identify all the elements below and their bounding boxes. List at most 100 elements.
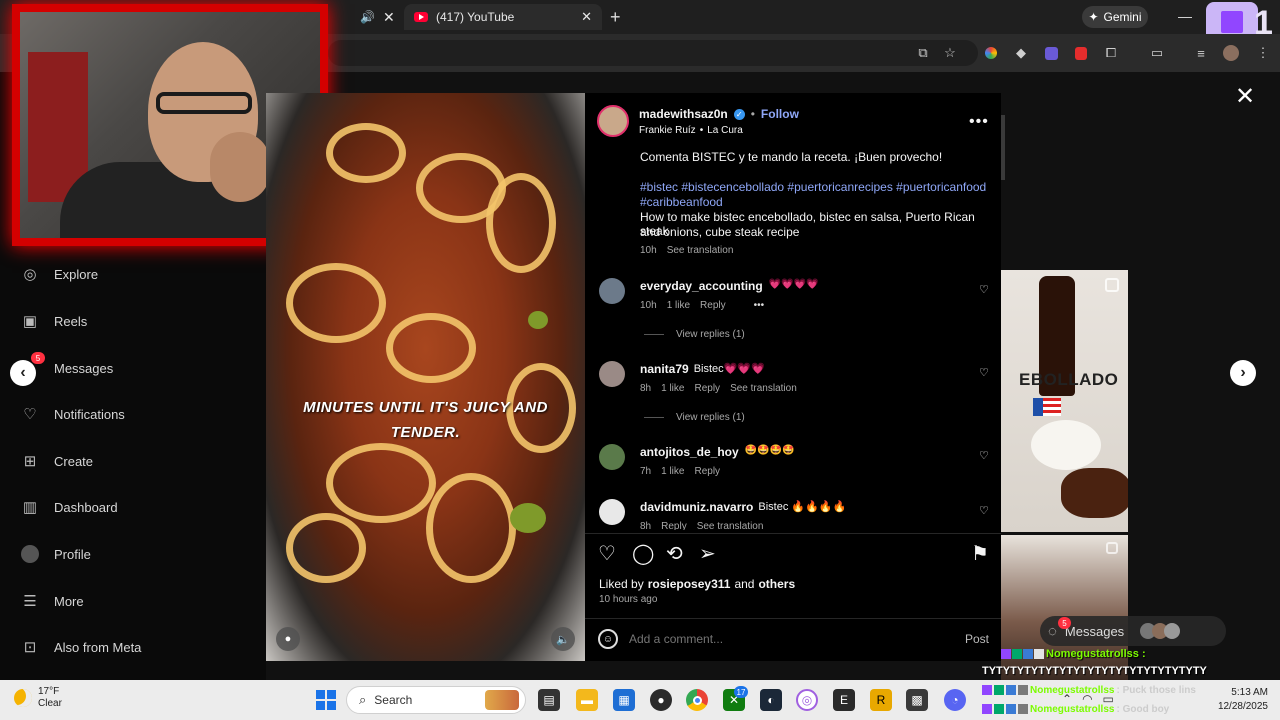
follow-button[interactable]: Follow bbox=[761, 107, 799, 121]
save-bookmark-icon[interactable]: ⚑ bbox=[971, 541, 989, 566]
battery-icon[interactable]: ▭ bbox=[1103, 692, 1114, 706]
liked-by-others[interactable]: others bbox=[758, 577, 795, 591]
windows-start-icon[interactable] bbox=[316, 690, 336, 710]
sidebar-item-explore[interactable]: ◎ Explore bbox=[20, 264, 98, 284]
chrome-menu-icon[interactable]: ⋮ bbox=[1254, 44, 1272, 62]
task-view-icon[interactable]: ▤ bbox=[538, 689, 560, 711]
tab-close-icon[interactable]: ✕ bbox=[581, 9, 592, 25]
sidebar-item-also-from-meta[interactable]: ⊡ Also from Meta bbox=[20, 637, 142, 657]
comment-input[interactable] bbox=[629, 630, 949, 648]
beans-image bbox=[1061, 468, 1128, 518]
compass-icon: ◎ bbox=[23, 266, 37, 283]
minimize-button[interactable]: — bbox=[1178, 8, 1192, 24]
like-heart-icon[interactable]: ♡ bbox=[598, 541, 616, 566]
install-app-icon[interactable]: ⧉ bbox=[914, 44, 932, 62]
comment-avatar[interactable] bbox=[599, 278, 625, 304]
sidebar-item-more[interactable]: ☰ More bbox=[20, 591, 83, 611]
extensions-puzzle-icon[interactable]: ⧠ bbox=[1102, 44, 1120, 62]
extension-shield-icon[interactable] bbox=[1042, 44, 1060, 62]
reading-list-icon[interactable]: ≡ bbox=[1192, 44, 1210, 62]
comment-like-heart-icon[interactable]: ♡ bbox=[979, 366, 989, 379]
extension-color-icon[interactable] bbox=[982, 44, 1000, 62]
browser-tab-youtube[interactable]: (417) YouTube ✕ bbox=[404, 4, 602, 30]
file-explorer-icon[interactable]: ▬ bbox=[576, 689, 598, 711]
share-send-icon[interactable]: ➢ bbox=[699, 541, 716, 566]
author-avatar[interactable] bbox=[597, 105, 629, 137]
comment-avatar[interactable] bbox=[599, 499, 625, 525]
thumbnail-dish-label: EBOLLADO bbox=[1019, 370, 1119, 389]
obs-icon[interactable]: ● bbox=[650, 689, 672, 711]
right-feed-thumbnail[interactable]: EBOLLADO bbox=[1001, 270, 1128, 532]
previous-post-button[interactable]: ‹ bbox=[10, 360, 36, 386]
profile-avatar-icon[interactable] bbox=[1222, 44, 1240, 62]
tagged-users-icon[interactable]: ● bbox=[276, 627, 300, 651]
audio-track[interactable]: La Cura bbox=[707, 125, 743, 136]
taskbar-clock[interactable]: 5:13 AM 12/28/2025 bbox=[1206, 686, 1268, 714]
caption-hashtags-1[interactable]: #bistec #bistecencebollado #puertoricanr… bbox=[640, 180, 986, 194]
store-icon[interactable]: ▦ bbox=[613, 689, 635, 711]
emoji-icon[interactable]: ☺ bbox=[598, 629, 618, 649]
sidebar-item-notifications[interactable]: ♡ Notifications bbox=[20, 404, 125, 424]
browser-tab-previous[interactable]: 🔊 ✕ bbox=[328, 4, 400, 30]
video-caption-line-2: TENDER. bbox=[390, 424, 461, 441]
weather-widget[interactable]: 17°F Clear bbox=[14, 686, 62, 710]
caption-hashtags-2[interactable]: #caribbeanfood bbox=[640, 195, 723, 209]
epic-games-icon[interactable]: E bbox=[833, 689, 855, 711]
extension-red-icon[interactable] bbox=[1072, 44, 1090, 62]
caption-description-2: and onions, cube steak recipe bbox=[640, 225, 800, 239]
next-post-button[interactable]: › bbox=[1230, 360, 1256, 386]
plus-square-icon: ⊞ bbox=[23, 453, 37, 470]
close-modal-icon[interactable]: ✕ bbox=[1234, 85, 1256, 109]
tray-chevron-icon[interactable]: ⌃ bbox=[1062, 692, 1072, 706]
messages-floating-badge: 5 bbox=[1058, 617, 1071, 629]
sidebar-toggle-icon[interactable]: ▭ bbox=[1148, 44, 1166, 62]
sidebar-item-profile[interactable]: Profile bbox=[20, 544, 91, 564]
messages-badge: 5 bbox=[31, 352, 45, 364]
comment-avatar[interactable] bbox=[599, 444, 625, 470]
post-media-video[interactable]: MINUTES UNTIL IT'S JUICY AND TENDER. ● 🔈 bbox=[266, 93, 585, 661]
audio-artist[interactable]: Frankie Ruíz bbox=[639, 125, 696, 136]
comment-avatar[interactable] bbox=[599, 361, 625, 387]
onion-ring bbox=[286, 513, 366, 583]
discord-icon[interactable]: ◔ bbox=[944, 689, 966, 711]
verified-badge-icon: ✓ bbox=[733, 108, 745, 120]
taskbar-search[interactable]: ⌕ Search bbox=[346, 686, 526, 714]
new-tab-button[interactable]: + bbox=[610, 7, 626, 27]
comment-bubble-icon[interactable]: ◯ bbox=[632, 541, 654, 566]
extension-diamond-icon[interactable]: ◆ bbox=[1012, 44, 1030, 62]
system-tray[interactable]: ⌃ ◠ ▭ bbox=[1062, 692, 1114, 706]
sidebar-item-create[interactable]: ⊞ Create bbox=[20, 451, 93, 471]
gemini-button[interactable]: ✦ Gemini bbox=[1082, 6, 1148, 28]
onion-ring bbox=[386, 313, 476, 383]
sidebar-item-dashboard[interactable]: ▥ Dashboard bbox=[20, 497, 118, 517]
repost-icon[interactable]: ⟲ bbox=[666, 541, 683, 566]
speaker-icon[interactable]: 🔊 bbox=[360, 10, 375, 24]
battlenet-icon[interactable]: ▩ bbox=[906, 689, 928, 711]
liked-by-user[interactable]: rosieposey311 bbox=[648, 577, 731, 591]
more-options-icon[interactable]: ••• bbox=[969, 113, 989, 131]
dashboard-icon: ▥ bbox=[22, 499, 38, 516]
address-bar[interactable] bbox=[328, 40, 978, 66]
view-replies-link[interactable]: View replies (1) bbox=[676, 412, 745, 423]
audio-toggle-icon[interactable]: 🔈 bbox=[551, 627, 575, 651]
webcam-person-hand bbox=[210, 132, 270, 202]
bookmark-star-icon[interactable]: ☆ bbox=[941, 44, 959, 62]
comment-like-heart-icon[interactable]: ♡ bbox=[979, 283, 989, 296]
sidebar-item-reels[interactable]: ▣ Reels bbox=[20, 311, 87, 331]
view-replies-link[interactable]: View replies (1) bbox=[676, 329, 745, 340]
comment-like-heart-icon[interactable]: ♡ bbox=[979, 504, 989, 517]
rockstar-icon[interactable]: R bbox=[870, 689, 892, 711]
tab-close-icon[interactable]: ✕ bbox=[383, 9, 395, 26]
comment-like-heart-icon[interactable]: ♡ bbox=[979, 449, 989, 462]
chat-badges bbox=[1001, 649, 1044, 659]
onion-ring bbox=[486, 173, 556, 273]
post-comment-button[interactable]: Post bbox=[965, 632, 989, 646]
author-username[interactable]: madewithsaz0n bbox=[639, 107, 728, 121]
overwolf-icon[interactable]: ◎ bbox=[796, 689, 818, 711]
comment-options-icon[interactable]: ••• bbox=[754, 300, 765, 311]
steam-icon[interactable]: ◐ bbox=[760, 689, 782, 711]
chrome-icon[interactable] bbox=[686, 689, 708, 711]
divider-line bbox=[644, 334, 664, 335]
caption-see-translation[interactable]: See translation bbox=[667, 245, 734, 256]
wifi-icon[interactable]: ◠ bbox=[1082, 692, 1092, 706]
